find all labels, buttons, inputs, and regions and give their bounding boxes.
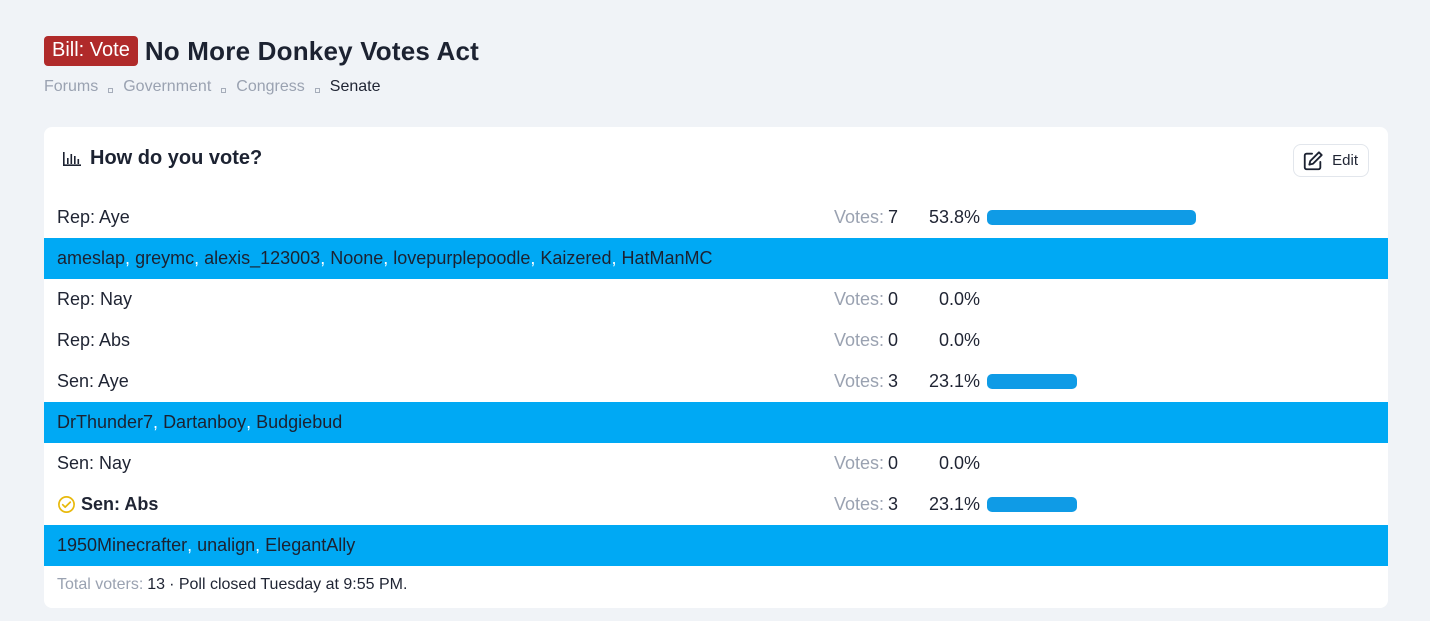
voter-link[interactable]: Budgiebud <box>256 412 342 433</box>
voter-list: DrThunder7, Dartanboy, Budgiebud <box>44 402 1388 443</box>
poll-option-row: Sen: Aye Votes: 3 23.1% <box>44 361 1388 402</box>
voter-link[interactable]: ElegantAlly <box>265 535 355 556</box>
bar-chart-icon <box>63 152 81 166</box>
vote-count: Votes: 3 <box>834 371 898 392</box>
voter-list: 1950Minecrafter, unalign, ElegantAlly <box>44 525 1388 566</box>
edit-label: Edit <box>1332 152 1358 169</box>
breadcrumb-separator-icon <box>314 87 320 93</box>
votes-label: Votes: <box>833 494 884 514</box>
voter-link[interactable]: greymc <box>135 248 194 269</box>
poll-option-label: Sen: Abs <box>57 494 158 515</box>
poll-option-text: Sen: Abs <box>81 494 159 514</box>
voter-separator: , <box>611 248 617 268</box>
voter-link[interactable]: 1950Minecrafter <box>57 535 187 556</box>
voter-separator: , <box>320 248 326 268</box>
vote-progress-bar <box>987 374 1077 389</box>
vote-percent: 23.1% <box>928 494 980 514</box>
poll-option-label: Rep: Aye <box>57 207 130 228</box>
voter-separator: , <box>153 412 159 432</box>
vote-percent: 0.0% <box>938 330 980 350</box>
poll-option-label: Rep: Abs <box>57 330 130 351</box>
voter-link[interactable]: Noone <box>330 248 383 269</box>
vote-percent: 23.1% <box>928 371 980 391</box>
voter-link[interactable]: unalign <box>197 535 255 556</box>
vote-count: Votes: 7 <box>834 207 898 228</box>
votes-label: Votes: <box>833 207 884 227</box>
poll-option-row: Sen: Nay Votes: 0 0.0% <box>44 443 1388 484</box>
poll-status: · Poll closed Tuesday at 9:55 PM. <box>169 576 408 593</box>
poll-option-text: Sen: Nay <box>57 453 132 473</box>
breadcrumb-separator-icon <box>108 87 114 93</box>
poll-option-row: Sen: Abs Votes: 3 23.1% <box>44 484 1388 525</box>
voter-list: ameslap, greymc, alexis_123003, Noone, lovep… <box>44 238 1388 279</box>
breadcrumb-separator-icon <box>221 87 227 93</box>
votes-number: 0 <box>887 289 898 309</box>
votes-label: Votes: <box>833 330 884 350</box>
poll-option-label: Sen: Nay <box>57 453 131 474</box>
total-voters-label: Total voters: <box>57 576 144 593</box>
poll-option-row: Rep: Nay Votes: 0 0.0% <box>44 279 1388 320</box>
poll-question: How do you vote? <box>90 147 263 169</box>
poll-option-label: Sen: Aye <box>57 371 129 392</box>
breadcrumb-congress[interactable]: Congress <box>236 78 304 96</box>
voter-separator: , <box>187 535 193 555</box>
page-header: Bill: Vote No More Donkey Votes Act Foru… <box>44 33 479 96</box>
poll-option-label: Rep: Nay <box>57 289 132 310</box>
vote-percent: 0.0% <box>938 289 980 309</box>
vote-progress-bar <box>987 497 1077 512</box>
voter-link[interactable]: ameslap <box>57 248 125 269</box>
voter-separator: , <box>125 248 131 268</box>
vote-count: Votes: 3 <box>834 494 898 515</box>
poll-option-row: Rep: Abs Votes: 0 0.0% <box>44 320 1388 361</box>
voter-link[interactable]: HatManMC <box>621 248 712 269</box>
poll-option-text: Rep: Nay <box>57 289 133 309</box>
poll-options: Rep: Aye Votes: 7 53.8% ameslap, greymc, alexi… <box>44 197 1388 566</box>
poll-option-text: Sen: Aye <box>57 371 129 391</box>
voter-separator: , <box>383 248 389 268</box>
votes-number: 7 <box>887 207 898 227</box>
check-circle-icon <box>58 496 75 513</box>
poll-footer: Total voters: 13 · Poll closed Tuesday a… <box>44 566 1388 604</box>
edit-icon <box>1303 150 1323 170</box>
vote-count: Votes: 0 <box>834 453 898 474</box>
votes-number: 0 <box>887 330 898 350</box>
page-title: No More Donkey Votes Act <box>144 35 480 66</box>
votes-label: Votes: <box>833 289 884 309</box>
voter-separator: , <box>255 535 261 555</box>
poll-option-text: Rep: Aye <box>57 207 130 227</box>
vote-count: Votes: 0 <box>834 330 898 351</box>
total-voters-count: 13 <box>147 576 166 593</box>
voter-link[interactable]: alexis_123003 <box>204 248 320 269</box>
poll-header: How do you vote? Edit <box>44 127 1388 197</box>
edit-poll-button[interactable]: Edit <box>1293 144 1369 177</box>
vote-percent: 0.0% <box>938 453 980 473</box>
poll-option-row: Rep: Aye Votes: 7 53.8% <box>44 197 1388 238</box>
voter-separator: , <box>246 412 252 432</box>
poll-card: How do you vote? Edit Rep: Aye Votes: 7 53.… <box>44 127 1388 608</box>
vote-progress-bar <box>987 210 1196 225</box>
title-row: Bill: Vote No More Donkey Votes Act <box>44 33 479 69</box>
voter-separator: , <box>530 248 536 268</box>
vote-percent: 53.8% <box>928 207 980 227</box>
voter-link[interactable]: Kaizered <box>540 248 611 269</box>
poll-option-text: Rep: Abs <box>57 330 131 350</box>
vote-count: Votes: 0 <box>834 289 898 310</box>
votes-number: 0 <box>887 453 898 473</box>
votes-number: 3 <box>887 371 898 391</box>
thread-prefix-badge[interactable]: Bill: Vote <box>44 36 138 66</box>
breadcrumb-forums[interactable]: Forums <box>44 78 98 96</box>
votes-label: Votes: <box>833 453 884 473</box>
voter-link[interactable]: DrThunder7 <box>57 412 153 433</box>
voter-link[interactable]: lovepurplepoodle <box>393 248 530 269</box>
votes-label: Votes: <box>833 371 884 391</box>
voter-separator: , <box>194 248 200 268</box>
voter-link[interactable]: Dartanboy <box>163 412 246 433</box>
breadcrumb-senate[interactable]: Senate <box>330 78 381 96</box>
breadcrumb: Forums Government Congress Senate <box>44 78 479 96</box>
breadcrumb-government[interactable]: Government <box>123 78 211 96</box>
votes-number: 3 <box>887 494 898 514</box>
